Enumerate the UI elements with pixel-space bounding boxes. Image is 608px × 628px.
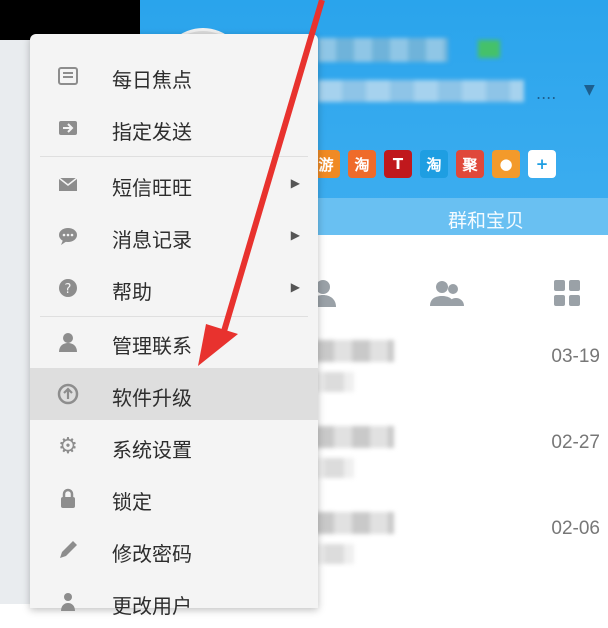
username-blurred [318,38,448,62]
menu-item-label: 消息记录 [112,228,192,252]
signature-blurred [318,80,524,102]
menu-item-label: 管理联系 [112,334,192,358]
envelope-icon [56,172,80,196]
pencil-icon [56,538,80,562]
send-arrow-icon [56,116,80,140]
submenu-arrow-icon: ▶ [290,280,300,294]
more-dots: .... [536,84,557,103]
submenu-arrow-icon: ▶ [290,176,300,190]
menu-item-sms-wangwang[interactable]: 短信旺旺 ▶ [30,158,318,210]
main-menu-popup: 每日焦点 指定发送 短信旺旺 ▶ 消息记录 ▶ ? 帮助 ▶ 管理联系 软件升级… [30,34,318,618]
menu-item-label: 锁定 [112,490,152,514]
gear-icon: ⚙ [58,433,78,459]
person-icon [56,330,80,354]
menu-item-label: 指定发送 [112,120,192,144]
row-date: 02-06 [551,518,600,539]
chat-bubble-icon [56,224,80,248]
menu-item-lock[interactable]: 锁定 [30,472,318,524]
chevron-down-icon[interactable]: ▼ [584,82,595,98]
row-date: 02-27 [551,432,600,453]
tmall-app-icon[interactable]: T [384,150,412,178]
menu-item-help[interactable]: ? 帮助 ▶ [30,262,318,314]
taobao-app-icon[interactable]: 淘 [348,150,376,178]
menu-item-label: 每日焦点 [112,68,192,92]
status-indicator [478,40,500,58]
tab-apps-grid-icon[interactable] [552,278,582,315]
submenu-arrow-icon: ▶ [290,228,300,242]
menu-item-daily-focus[interactable]: 每日焦点 [30,50,318,102]
menu-item-message-history[interactable]: 消息记录 ▶ [30,210,318,262]
svg-text:?: ? [65,282,72,297]
search-placeholder: 群和宝贝 [448,210,525,232]
menu-item-manage-contacts[interactable]: 管理联系 [30,316,318,368]
menu-item-label: 系统设置 [112,438,192,462]
taobao-blue-app-icon[interactable]: 淘 [420,150,448,178]
menu-item-system-settings[interactable]: ⚙ 系统设置 [30,420,318,472]
menu-item-label: 帮助 [112,280,152,304]
menu-item-send-to[interactable]: 指定发送 [30,102,318,154]
app-icon-bar: 游 淘 T 淘 聚 ● + [312,150,556,180]
tab-groups-icon[interactable] [430,278,464,315]
lock-icon [56,486,80,510]
orange-app-icon[interactable]: ● [492,150,520,178]
menu-divider [40,156,308,157]
question-circle-icon: ? [56,276,80,300]
menu-item-software-upgrade[interactable]: 软件升级 [30,368,318,420]
add-app-icon[interactable]: + [528,150,556,178]
juhuasuan-app-icon[interactable]: 聚 [456,150,484,178]
menu-item-label: 软件升级 [112,386,192,410]
row-date: 03-19 [551,346,600,367]
user-switch-icon [56,590,80,614]
menu-item-label: 修改密码 [112,542,192,566]
menu-item-label: 短信旺旺 [112,176,192,200]
menu-item-label: 更改用户 [112,594,192,618]
menu-item-change-password[interactable]: 修改密码 [30,524,318,576]
upgrade-circle-icon [56,382,80,406]
newspaper-icon [56,64,80,88]
menu-item-change-user[interactable]: 更改用户 [30,576,318,628]
